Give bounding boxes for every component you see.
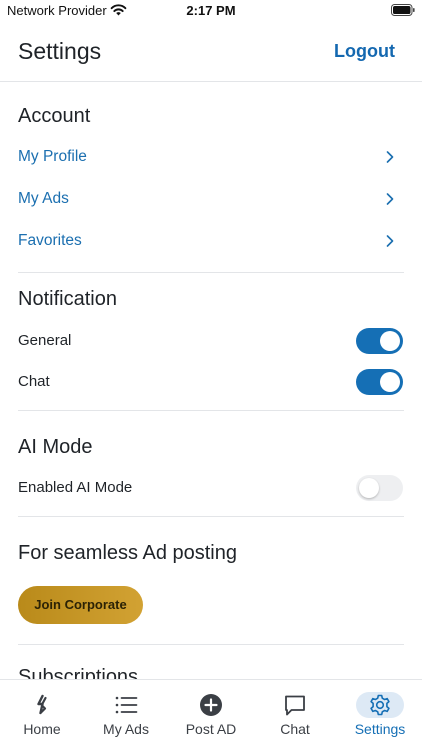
my-profile-row[interactable]: My Profile [18,142,404,172]
tab-home[interactable]: Home [0,680,84,750]
general-notification-toggle[interactable] [356,328,403,354]
battery-icon [391,4,415,16]
notification-section-title: Notification [18,288,117,310]
tab-icon-container [18,692,66,718]
home-logo-icon [37,694,47,715]
account-section-title: Account [18,105,91,127]
status-bar: Network Provider 2:17 PM [0,0,422,22]
account-section: Account My Profile My Ads Favorites [18,83,404,273]
subscriptions-section: Subscriptions [18,645,404,679]
tab-chat[interactable]: Chat [253,680,337,750]
chat-bubble-icon [285,695,305,716]
ai-mode-label: Enabled AI Mode [18,479,133,496]
settings-content[interactable]: Account My Profile My Ads Favorites Noti… [0,83,422,679]
toggle-knob [380,372,400,392]
my-ads-label: My Ads [18,190,69,207]
logout-button[interactable]: Logout [334,41,395,62]
tab-icon-container [187,692,235,718]
list-icon [115,696,138,714]
tab-home-label: Home [23,721,61,737]
general-notification-label: General [18,332,72,349]
plus-circle-icon [200,694,222,716]
ai-mode-section: AI Mode Enabled AI Mode [18,411,404,517]
my-profile-label: My Profile [18,148,87,165]
status-time: 2:17 PM [186,3,236,18]
favorites-row[interactable]: Favorites [18,226,404,256]
toggle-knob [359,478,379,498]
ai-mode-row: Enabled AI Mode [18,473,404,503]
toggle-knob [380,331,400,351]
tab-icon-container [102,692,150,718]
subscriptions-section-title: Subscriptions [18,666,139,679]
page-title: Settings [18,38,102,64]
corporate-section: For seamless Ad posting Join Corporate [18,517,404,645]
chevron-right-icon [386,235,394,247]
my-ads-row[interactable]: My Ads [18,184,404,214]
tab-my-ads-label: My Ads [103,721,149,737]
tab-settings[interactable]: Settings [338,680,422,750]
favorites-label: Favorites [18,232,82,249]
ai-mode-section-title: AI Mode [18,436,93,458]
notification-section: Notification General Chat [18,273,404,411]
tab-post-ad-label: Post AD [185,721,237,737]
tab-chat-label: Chat [280,721,310,737]
tab-post-ad[interactable]: Post AD [169,680,253,750]
tab-my-ads[interactable]: My Ads [84,680,168,750]
join-corporate-button[interactable]: Join Corporate [18,586,143,624]
chat-notification-row: Chat [18,367,404,397]
tab-icon-container [356,692,404,718]
header: Settings Logout [0,22,422,82]
tab-settings-label: Settings [354,721,406,737]
corporate-section-title: For seamless Ad posting [18,542,237,564]
bottom-tab-bar: Home My Ads Post AD Chat Settings [0,679,422,750]
chevron-right-icon [386,193,394,205]
general-notification-row: General [18,326,404,356]
chat-notification-toggle[interactable] [356,369,403,395]
ai-mode-toggle[interactable] [356,475,403,501]
gear-icon [370,694,390,716]
tab-icon-container [271,692,319,718]
chevron-right-icon [386,151,394,163]
chat-notification-label: Chat [18,373,50,390]
